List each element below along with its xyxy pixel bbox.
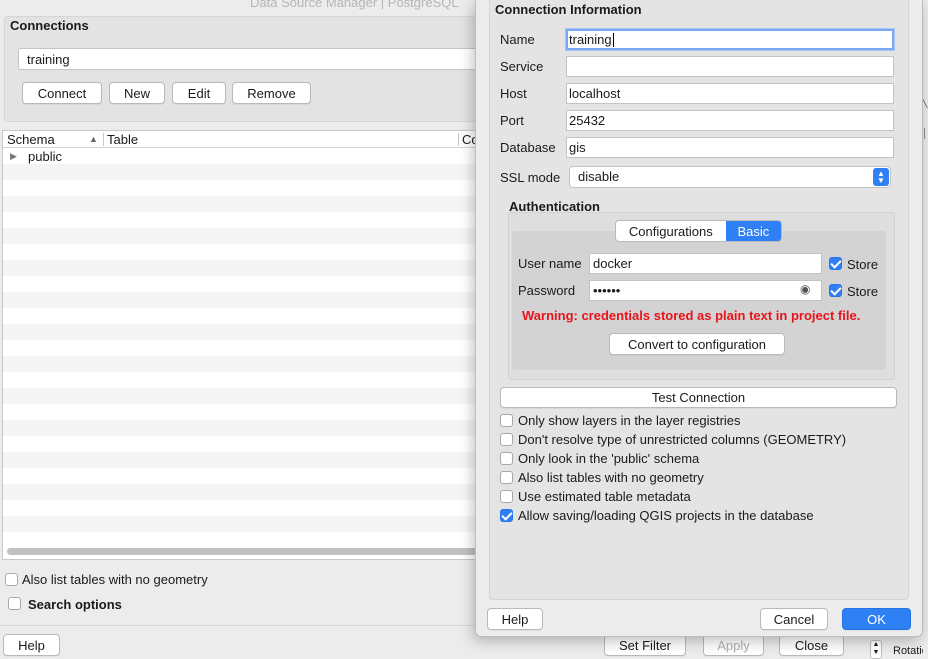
option-label: Only look in the 'public' schema [518, 451, 700, 466]
connection-info-title: Connection Information [495, 2, 642, 17]
edit-button[interactable]: Edit [172, 82, 226, 104]
expand-arrow-icon[interactable]: ▶ [10, 151, 17, 162]
option-label: Don't resolve type of unrestricted colum… [518, 432, 847, 447]
test-connection-button[interactable]: Test Connection [500, 387, 897, 408]
store-username-checkbox[interactable] [829, 257, 842, 270]
store-password-label: Store [847, 284, 879, 299]
ssl-mode-label: SSL mode [500, 170, 561, 185]
option-checkbox[interactable] [500, 433, 513, 446]
option-checkbox[interactable] [500, 452, 513, 465]
tab-configurations[interactable]: Configurations [616, 221, 726, 241]
plaintext-warning: Warning: credentials stored as plain tex… [522, 308, 861, 323]
password-mask: •••••• [593, 283, 621, 298]
host-label: Host [500, 86, 527, 101]
option-checkbox[interactable] [500, 490, 513, 503]
port-label: Port [500, 113, 524, 128]
search-options-label: Search options [28, 597, 122, 612]
service-label: Service [500, 59, 544, 74]
option-label: Use estimated table metadata [518, 489, 691, 504]
bg-help-button[interactable]: Help [3, 634, 60, 656]
store-username-label: Store [847, 257, 879, 272]
new-button[interactable]: New [109, 82, 165, 104]
database-label: Database [500, 140, 556, 155]
option-label: Only show layers in the layer registries [518, 413, 741, 428]
convert-to-configuration-button[interactable]: Convert to configuration [609, 333, 785, 355]
close-button[interactable]: Close [779, 634, 844, 656]
password-field[interactable]: •••••• [589, 280, 822, 301]
cancel-button[interactable]: Cancel [760, 608, 828, 630]
column-header-table[interactable]: Table [107, 132, 138, 147]
option-label: Also list tables with no geometry [518, 470, 704, 485]
auth-tabs: Configurations Basic [615, 220, 782, 242]
ssl-mode-select[interactable]: disable ▲ ▼ [569, 166, 891, 188]
password-label: Password [518, 283, 576, 298]
authentication-title: Authentication [509, 199, 600, 214]
name-field[interactable]: training [566, 29, 894, 50]
apply-button[interactable]: Apply [703, 634, 764, 656]
store-password-checkbox[interactable] [829, 284, 842, 297]
ok-button[interactable]: OK [842, 608, 911, 630]
sort-arrow-icon: ▲ [89, 134, 98, 144]
port-field[interactable]: 25432 [566, 110, 894, 131]
dialog-help-button[interactable]: Help [487, 608, 543, 630]
remove-button[interactable]: Remove [232, 82, 311, 104]
host-field[interactable]: localhost [566, 83, 894, 104]
window-title: Data Source Manager | PostgreSQL [250, 0, 459, 10]
set-filter-button[interactable]: Set Filter [604, 634, 686, 656]
eye-icon[interactable]: ◉ [800, 282, 810, 296]
service-field[interactable] [566, 56, 894, 77]
select-arrows-icon: ▲ ▼ [873, 168, 889, 186]
also-list-label: Also list tables with no geometry [22, 572, 208, 587]
option-checkbox[interactable] [500, 509, 513, 522]
option-label: Allow saving/loading QGIS projects in th… [518, 508, 814, 523]
tab-basic[interactable]: Basic [725, 221, 781, 241]
connection-select[interactable]: training [18, 48, 488, 70]
spinner-icon[interactable]: ▲ ▼ [870, 640, 882, 659]
database-field[interactable]: gis [566, 137, 894, 158]
schema-table[interactable]: Schema ▲ Table Co ▶ public [2, 130, 482, 560]
option-checkbox[interactable] [500, 471, 513, 484]
username-field[interactable]: docker [589, 253, 822, 274]
username-label: User name [518, 256, 582, 271]
table-header: Schema ▲ Table Co [3, 131, 481, 148]
tree-item-public[interactable]: public [28, 149, 62, 164]
text-cursor [613, 33, 614, 47]
horizontal-scrollbar[interactable] [7, 548, 479, 555]
name-label: Name [500, 32, 535, 47]
connect-button[interactable]: Connect [22, 82, 102, 104]
option-checkbox[interactable] [500, 414, 513, 427]
column-header-schema[interactable]: Schema [7, 132, 55, 147]
search-options-checkbox[interactable] [8, 597, 21, 610]
ssl-mode-value: disable [578, 169, 620, 184]
also-list-checkbox[interactable] [5, 573, 18, 586]
connections-title: Connections [10, 18, 89, 33]
